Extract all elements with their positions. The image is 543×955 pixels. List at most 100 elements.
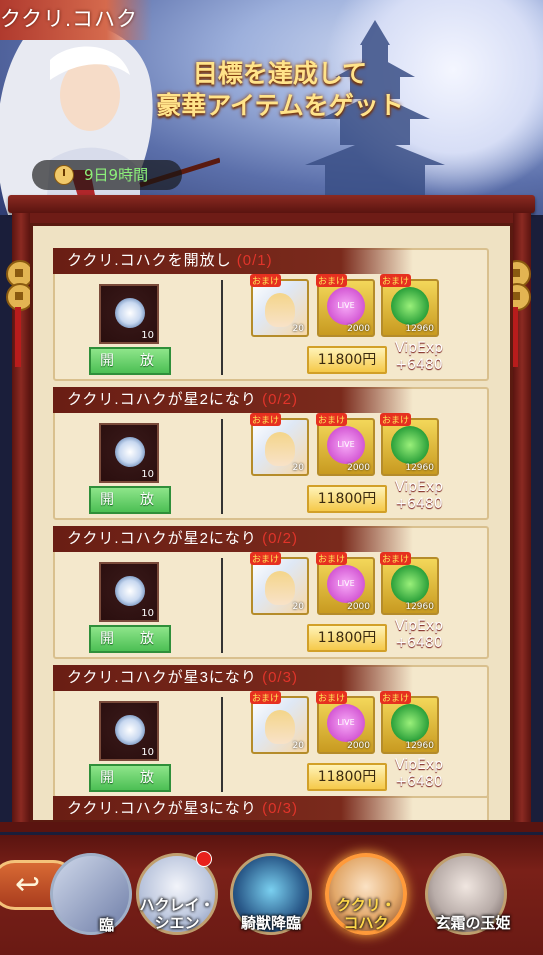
vip-exp-badge: VipExp +6480 bbox=[387, 475, 451, 517]
bonus-card-item[interactable]: おまけ 20 bbox=[250, 413, 309, 476]
jade-icon bbox=[391, 426, 429, 464]
task-title-row: ククリ.コハクが星3になり (0/3) bbox=[67, 665, 298, 691]
flower-icon bbox=[115, 437, 145, 467]
vip-label: VipExp bbox=[394, 340, 444, 356]
bonus-card-item[interactable]: おまけ 20 bbox=[250, 691, 309, 754]
frame-sub-beam bbox=[20, 213, 523, 223]
task-card: ククリ.コハクが星3になり (0/3) 10 開 放 おまけ 20 おまけ LIVE… bbox=[53, 665, 489, 798]
bonus-jade-item[interactable]: おまけ 12960 bbox=[380, 691, 439, 754]
item-count: 12960 bbox=[405, 741, 434, 751]
flower-icon bbox=[115, 715, 145, 745]
task-progress: (0/2) bbox=[262, 530, 298, 547]
reward-count: 10 bbox=[141, 608, 154, 619]
event-timer: 9日9時間 bbox=[32, 160, 182, 190]
task-header: ククリ.コハクが星3になり (0/3) bbox=[53, 796, 413, 820]
bonus-jade-item[interactable]: おまけ 12960 bbox=[380, 413, 439, 476]
back-arrow-icon: ↩ bbox=[15, 867, 41, 902]
flower-icon bbox=[115, 576, 145, 606]
vip-exp-badge: VipExp +6480 bbox=[387, 336, 451, 378]
price-button[interactable]: 11800円 bbox=[307, 624, 387, 652]
divider bbox=[221, 280, 223, 375]
bonus-live-item[interactable]: おまけ LIVE 2000 bbox=[316, 274, 375, 337]
vip-value: +6480 bbox=[395, 774, 443, 790]
item-count: 2000 bbox=[347, 463, 370, 473]
unlock-button[interactable]: 開 放 bbox=[89, 486, 171, 514]
live-star-icon: LIVE bbox=[327, 287, 365, 325]
unlock-button[interactable]: 開 放 bbox=[89, 625, 171, 653]
task-title: ククリ.コハクが星3になり bbox=[67, 669, 257, 686]
task-header: ククリ.コハクが星2になり (0/2) bbox=[53, 387, 413, 413]
bonus-card-item[interactable]: おまけ 20 bbox=[250, 274, 309, 337]
bonus-live-item[interactable]: おまけ LIVE 2000 bbox=[316, 552, 375, 615]
live-star-icon: LIVE bbox=[327, 565, 365, 603]
reward-count: 10 bbox=[141, 469, 154, 480]
task-title-row: ククリ.コハクが星3になり (0/3) bbox=[67, 796, 298, 820]
task-header: ククリ.コハクが星2になり (0/2) bbox=[53, 526, 413, 552]
unlock-reward-item[interactable]: 10 bbox=[99, 562, 159, 622]
vip-value: +6480 bbox=[395, 357, 443, 373]
vip-label: VipExp bbox=[394, 479, 444, 495]
bonus-tag: おまけ bbox=[316, 691, 348, 704]
item-count: 2000 bbox=[347, 602, 370, 612]
task-progress: (0/2) bbox=[262, 391, 298, 408]
task-progress: (0/3) bbox=[262, 800, 298, 817]
reward-count: 10 bbox=[141, 330, 154, 341]
task-title: ククリ.コハクが星2になり bbox=[67, 391, 257, 408]
unlock-reward-item[interactable]: 10 bbox=[99, 284, 159, 344]
bonus-tag: おまけ bbox=[380, 413, 412, 426]
headline-line-2: 豪華アイテムをゲット bbox=[156, 92, 404, 120]
clock-icon bbox=[54, 165, 74, 185]
bonus-tag: おまけ bbox=[316, 552, 348, 565]
vip-value: +6480 bbox=[395, 635, 443, 651]
price-button[interactable]: 11800円 bbox=[307, 763, 387, 791]
item-count: 12960 bbox=[405, 324, 434, 334]
event-title: ククリ.コハク bbox=[0, 0, 152, 40]
item-count: 20 bbox=[292, 324, 304, 334]
item-count: 2000 bbox=[347, 324, 370, 334]
item-count: 12960 bbox=[405, 602, 434, 612]
task-title: ククリ.コハクを開放し bbox=[67, 252, 232, 269]
live-star-icon: LIVE bbox=[327, 426, 365, 464]
bonus-live-item[interactable]: おまけ LIVE 2000 bbox=[316, 691, 375, 754]
flower-icon bbox=[115, 298, 145, 328]
bonus-card-item[interactable]: おまけ 20 bbox=[250, 552, 309, 615]
jade-icon bbox=[391, 565, 429, 603]
bonus-jade-item[interactable]: おまけ 12960 bbox=[380, 552, 439, 615]
bonus-live-item[interactable]: おまけ LIVE 2000 bbox=[316, 413, 375, 476]
bonus-jade-item[interactable]: おまけ 12960 bbox=[380, 274, 439, 337]
frame-bottom-beam bbox=[0, 822, 543, 832]
unlock-reward-item[interactable]: 10 bbox=[99, 423, 159, 483]
vip-value: +6480 bbox=[395, 496, 443, 512]
task-list[interactable]: ククリ.コハクを開放し (0/1) 10 開 放 おまけ 20 おまけ LIVE 20… bbox=[30, 223, 513, 823]
task-progress: (0/1) bbox=[236, 252, 273, 269]
character-tab-label: ハクレイ・ bbox=[139, 897, 215, 914]
task-title: ククリ.コハクが星2になり bbox=[67, 530, 257, 547]
task-progress: (0/3) bbox=[262, 669, 298, 686]
timer-text: 9日9時間 bbox=[84, 166, 149, 184]
bonus-tag: おまけ bbox=[250, 691, 282, 704]
unlock-button[interactable]: 開 放 bbox=[89, 764, 171, 792]
tassel-ornament bbox=[15, 307, 21, 367]
task-title: ククリ.コハクが星3になり bbox=[67, 800, 257, 817]
live-star-icon: LIVE bbox=[327, 704, 365, 742]
character-tab-label: 騎獣降臨 bbox=[240, 915, 301, 932]
item-count: 2000 bbox=[347, 741, 370, 751]
bonus-tag: おまけ bbox=[380, 552, 412, 565]
task-card: ククリ.コハクを開放し (0/1) 10 開 放 おまけ 20 おまけ LIVE 20… bbox=[53, 248, 489, 381]
unlock-reward-item[interactable]: 10 bbox=[99, 701, 159, 761]
vip-label: VipExp bbox=[394, 618, 444, 634]
frame-top-beam bbox=[8, 195, 535, 213]
unlock-button[interactable]: 開 放 bbox=[89, 347, 171, 375]
task-header: ククリ.コハクが星3になり (0/3) bbox=[53, 665, 413, 691]
bonus-tag: おまけ bbox=[250, 274, 282, 287]
character-card-icon bbox=[265, 710, 295, 744]
task-header: ククリ.コハクを開放し (0/1) bbox=[53, 248, 413, 274]
notification-dot bbox=[196, 851, 212, 867]
jade-icon bbox=[391, 704, 429, 742]
price-button[interactable]: 11800円 bbox=[307, 346, 387, 374]
task-card: ククリ.コハクが星2になり (0/2) 10 開 放 おまけ 20 おまけ LIVE… bbox=[53, 526, 489, 659]
task-card: ククリ.コハクが星2になり (0/2) 10 開 放 おまけ 20 おまけ LIVE… bbox=[53, 387, 489, 520]
character-tab-label: コハク bbox=[343, 915, 389, 932]
reward-count: 10 bbox=[141, 747, 154, 758]
price-button[interactable]: 11800円 bbox=[307, 485, 387, 513]
